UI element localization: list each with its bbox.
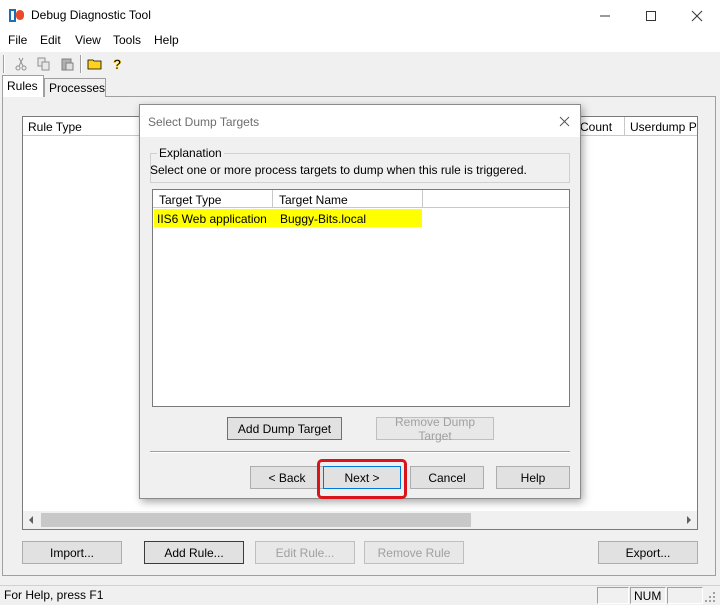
menu-bar: File Edit View Tools Help [0,31,720,51]
column-header-target-type[interactable]: Target Type [153,190,273,208]
remove-dump-target-button[interactable]: Remove Dump Target [376,415,494,443]
menu-view[interactable]: View [73,33,103,47]
table-row[interactable]: IIS6 Web application ... Buggy-Bits.loca… [154,209,422,227]
remove-rule-button[interactable]: Remove Rule [364,541,464,564]
scroll-left-icon[interactable] [27,516,35,524]
export-button[interactable]: Export... [598,541,698,564]
back-button[interactable]: < Back [250,466,324,489]
window-title: Debug Diagnostic Tool [31,8,151,22]
tab-rules[interactable]: Rules [2,75,44,97]
target-name-cell: Buggy-Bits.local [280,212,367,226]
explanation-text: Select one or more process targets to du… [150,163,527,177]
add-rule-button[interactable]: Add Rule... [144,541,244,564]
scroll-right-icon[interactable] [685,516,693,524]
status-pane-empty-2 [667,587,703,604]
target-list[interactable]: Target Type Target Name IIS6 Web applica… [152,189,570,407]
folder-open-icon[interactable] [86,55,104,73]
explanation-label: Explanation [157,146,224,160]
copy-icon[interactable] [35,55,53,73]
toolbar-separator [80,55,82,73]
close-button[interactable] [674,0,720,31]
add-dump-target-button[interactable]: Add Dump Target [227,417,342,440]
dialog-title-bar: Select Dump Targets [140,105,580,137]
help-icon[interactable]: ? [109,55,127,73]
cancel-button[interactable]: Cancel [410,466,484,489]
status-text: For Help, press F1 [4,588,104,602]
column-header-empty [423,190,569,208]
svg-text:?: ? [113,56,122,72]
import-button[interactable]: Import... [22,541,122,564]
column-header-target-name[interactable]: Target Name [273,190,423,208]
edit-rule-button[interactable]: Edit Rule... [255,541,355,564]
column-header-count[interactable]: Count [575,117,625,136]
status-pane-empty [597,587,629,604]
next-button-highlight [317,459,407,499]
status-num-indicator: NUM [630,587,666,604]
debugdiag-app-icon [9,9,24,22]
tab-processes[interactable]: Processes [44,78,106,97]
help-button[interactable]: Help [496,466,570,489]
horizontal-scrollbar[interactable] [23,511,697,529]
toolbar: ? [0,51,720,75]
dialog-separator [150,451,570,453]
column-header-rule-type[interactable]: Rule Type [23,117,153,136]
minimize-icon [600,15,610,16]
maximize-button[interactable] [628,0,674,31]
resize-grip-icon[interactable] [704,591,716,603]
scrollbar-thumb[interactable] [41,513,471,527]
dialog-close-button[interactable] [554,111,574,131]
close-icon [691,10,703,21]
title-bar: Debug Diagnostic Tool [0,0,720,31]
menu-file[interactable]: File [6,33,29,47]
menu-edit[interactable]: Edit [38,33,63,47]
target-type-cell: IIS6 Web application ... [157,212,271,226]
dialog-title: Select Dump Targets [148,115,260,129]
select-dump-targets-dialog: Select Dump Targets Explanation Select o… [139,104,581,499]
paste-icon[interactable] [58,55,76,73]
toolbar-grip [3,55,5,73]
minimize-button[interactable] [582,0,628,31]
column-header-userdump-path[interactable]: Userdump Pat [625,117,697,136]
close-icon [559,116,569,126]
maximize-icon [646,10,656,21]
cut-icon[interactable] [12,55,30,73]
menu-help[interactable]: Help [152,33,181,47]
menu-tools[interactable]: Tools [111,33,143,47]
